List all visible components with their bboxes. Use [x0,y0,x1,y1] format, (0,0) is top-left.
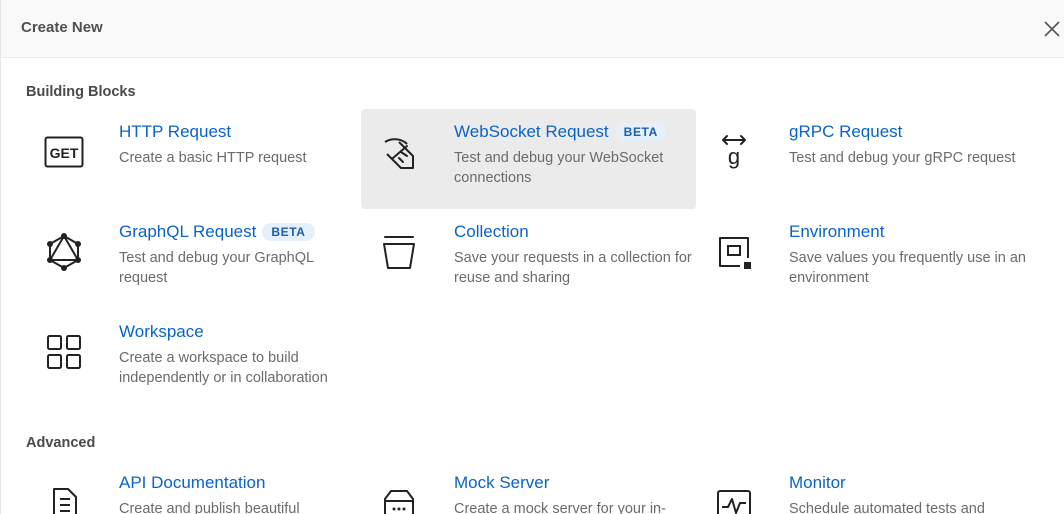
monitor-icon [713,484,755,514]
tile-http-request[interactable]: GET HTTP Request Create a basic HTTP req… [26,109,361,209]
tile-name: GraphQL Request BETA [119,222,315,242]
tile-workspace[interactable]: Workspace Create a workspace to build in… [26,309,361,409]
tile-grpc-request[interactable]: g gRPC Request Test and debug your gRPC … [696,109,1031,209]
workspace-icon [43,331,85,373]
dialog-title: Create New [21,19,103,36]
get-icon: GET [43,131,85,173]
tile-name: gRPC Request [789,122,903,141]
tile-graphql-request[interactable]: GraphQL Request BETA Test and debug your… [26,209,361,309]
beta-badge: BETA [262,223,315,241]
grpc-icon: g [713,131,755,173]
close-icon[interactable] [1041,18,1063,40]
tile-mock-server[interactable]: Mock Server Create a mock server for you… [361,460,696,514]
tile-monitor[interactable]: Monitor Schedule automated tests and [696,460,1031,514]
tile-environment[interactable]: Environment Save values you frequently u… [696,209,1031,309]
server-icon [378,484,420,514]
section-title-building-blocks: Building Blocks [26,84,136,100]
tile-name: Workspace [119,322,204,341]
tile-name: WebSocket Request BETA [454,122,667,142]
tile-description: Save your requests in a collection for r… [454,250,692,286]
tile-description: Create a mock server for your in- [454,501,666,514]
tile-api-documentation[interactable]: API Documentation Create and publish bea… [26,460,361,514]
tile-websocket-request[interactable]: WebSocket Request BETA Test and debug yo… [361,109,696,209]
tile-description: Create a workspace to build independentl… [119,350,328,386]
graphql-icon [43,231,85,273]
tile-collection[interactable]: Collection Save your requests in a colle… [361,209,696,309]
tile-name: Collection [454,222,529,241]
svg-text:g: g [728,144,740,169]
tile-description: Save values you frequently use in an env… [789,250,1026,286]
websocket-icon [378,131,420,173]
tile-description: Create a basic HTTP request [119,150,307,166]
section-title-advanced: Advanced [26,435,96,451]
tile-description: Test and debug your GraphQL request [119,250,314,286]
tile-description: Create and publish beautiful [119,501,300,514]
tile-description: Test and debug your gRPC request [789,150,1016,166]
collection-icon [378,231,420,273]
tile-name: Mock Server [454,473,550,492]
tile-description: Test and debug your WebSocket connection… [454,150,664,186]
dialog-header: Create New [1,0,1064,58]
create-new-dialog: Create New Building Blocks GET HTTP Requ… [0,0,1064,514]
environment-icon [713,231,755,273]
tile-name: Monitor [789,473,846,492]
tile-name: Environment [789,222,885,241]
tile-name: HTTP Request [119,122,232,141]
beta-badge: BETA [614,123,667,141]
tile-name: API Documentation [119,473,266,492]
svg-text:GET: GET [50,145,79,161]
document-icon [43,484,85,514]
tile-description: Schedule automated tests and [789,501,985,514]
